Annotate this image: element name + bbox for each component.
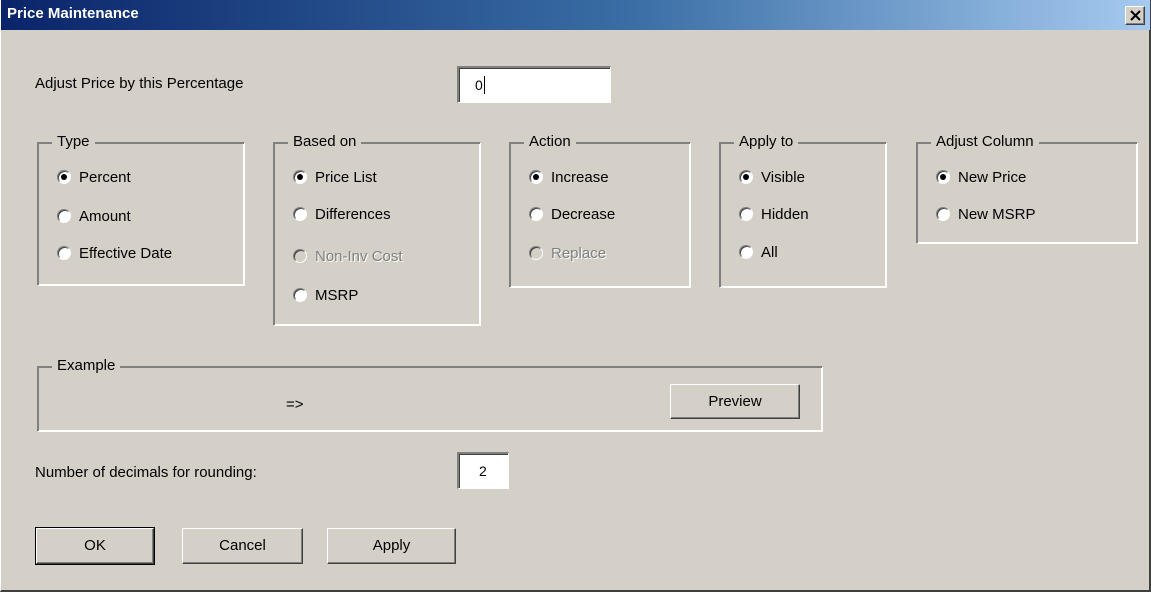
apply-to-option-visible[interactable]: Visible (739, 167, 805, 187)
preview-button[interactable]: Preview (670, 384, 800, 419)
price-maintenance-dialog: Price Maintenance Adjust Price by this P… (0, 0, 1151, 592)
radio-button[interactable] (293, 207, 307, 221)
radio-button[interactable] (936, 170, 950, 184)
type-group: Type Percent Amount Effective Date (37, 133, 245, 286)
radio-button[interactable] (529, 207, 543, 221)
example-group-legend: Example (52, 357, 121, 374)
adjust-column-group-legend: Adjust Column (931, 133, 1039, 150)
adjust-column-option-new-price[interactable]: New Price (936, 167, 1026, 187)
adjust-percentage-input[interactable]: 0 (457, 66, 611, 103)
close-button[interactable] (1125, 6, 1145, 25)
rounding-decimals-value: 2 (479, 463, 487, 479)
apply-to-group: Apply to Visible Hidden All (719, 133, 887, 288)
apply-to-option-all[interactable]: All (739, 242, 778, 262)
based-on-group: Based on Price List Differences Non-Inv … (273, 133, 481, 326)
radio-label: Percent (79, 168, 131, 186)
radio-label: All (761, 243, 778, 261)
adjust-percentage-label: Adjust Price by this Percentage (35, 75, 244, 92)
ok-button[interactable]: OK (35, 527, 155, 565)
radio-button[interactable] (936, 207, 950, 221)
apply-to-group-legend: Apply to (734, 133, 799, 150)
apply-to-option-hidden[interactable]: Hidden (739, 204, 809, 224)
radio-button (529, 246, 543, 260)
example-group: Example => Preview (37, 357, 823, 432)
radio-button[interactable] (57, 209, 71, 223)
radio-button[interactable] (293, 288, 307, 302)
radio-button[interactable] (739, 170, 753, 184)
rounding-label: Number of decimals for rounding: (35, 464, 257, 481)
based-on-option-price-list[interactable]: Price List (293, 167, 377, 187)
adjust-column-option-new-msrp[interactable]: New MSRP (936, 204, 1036, 224)
based-on-group-legend: Based on (288, 133, 362, 150)
radio-label: Differences (315, 205, 391, 223)
window-title: Price Maintenance (7, 5, 139, 22)
radio-label: Increase (551, 168, 609, 186)
based-on-option-msrp[interactable]: MSRP (293, 285, 358, 305)
radio-label: Price List (315, 168, 377, 186)
type-group-legend: Type (52, 133, 95, 150)
adjust-column-group: Adjust Column New Price New MSRP (916, 133, 1138, 244)
radio-label: Hidden (761, 205, 809, 223)
based-on-option-differences[interactable]: Differences (293, 204, 391, 224)
apply-button[interactable]: Apply (327, 528, 456, 564)
based-on-option-non-inv-cost: Non-Inv Cost (293, 246, 403, 266)
radio-button[interactable] (739, 245, 753, 259)
type-option-amount[interactable]: Amount (57, 206, 131, 226)
radio-label: MSRP (315, 286, 359, 304)
radio-label: Effective Date (79, 244, 173, 262)
adjust-percentage-value: 0 (475, 77, 483, 93)
radio-label: Replace (551, 244, 607, 262)
title-bar[interactable]: Price Maintenance (1, 0, 1150, 30)
radio-button[interactable] (57, 170, 71, 184)
text-caret (483, 76, 485, 95)
radio-label: New Price (958, 168, 1027, 186)
radio-label: Amount (79, 207, 131, 225)
action-option-decrease[interactable]: Decrease (529, 204, 615, 224)
radio-button[interactable] (739, 207, 753, 221)
action-option-increase[interactable]: Increase (529, 167, 609, 187)
action-option-replace: Replace (529, 243, 606, 263)
action-group-legend: Action (524, 133, 576, 150)
radio-button (293, 249, 307, 263)
cancel-button[interactable]: Cancel (182, 528, 303, 564)
example-arrow: => (286, 396, 304, 413)
type-option-percent[interactable]: Percent (57, 167, 131, 187)
radio-button[interactable] (293, 170, 307, 184)
radio-label: New MSRP (958, 205, 1036, 223)
rounding-decimals-input[interactable]: 2 (457, 452, 509, 489)
radio-button[interactable] (529, 170, 543, 184)
type-option-effective-date[interactable]: Effective Date (57, 243, 172, 263)
radio-label: Non-Inv Cost (315, 247, 403, 265)
radio-label: Visible (761, 168, 805, 186)
radio-button[interactable] (57, 246, 71, 260)
action-group: Action Increase Decrease Replace (509, 133, 691, 288)
radio-label: Decrease (551, 205, 616, 223)
close-icon (1130, 10, 1141, 21)
